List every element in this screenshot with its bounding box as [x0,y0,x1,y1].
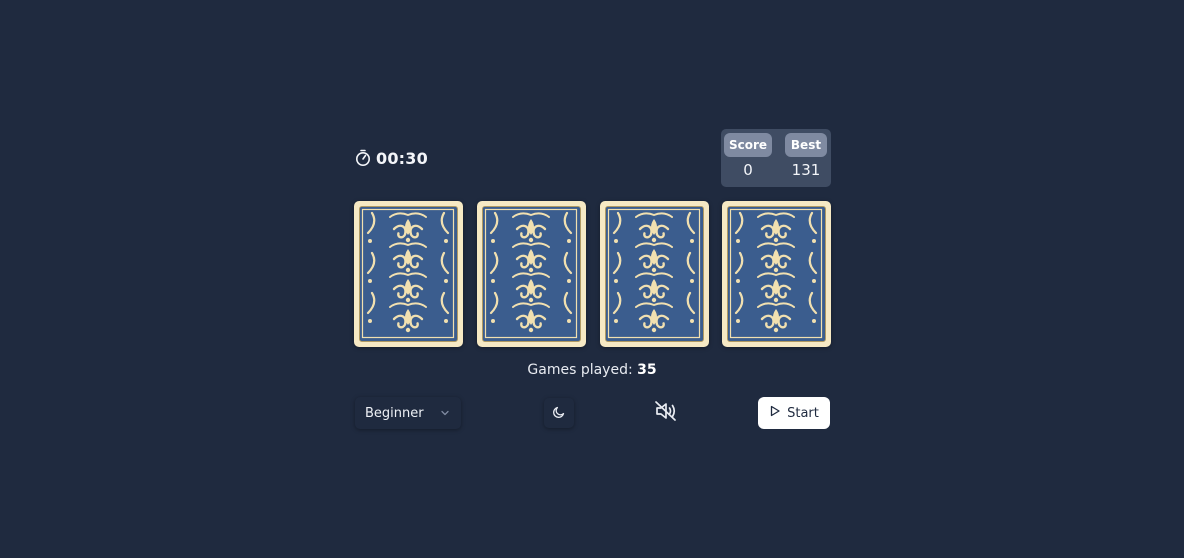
volume-muted-icon [654,400,678,426]
difficulty-value: Beginner [365,405,424,421]
games-played-label: Games played: [527,362,633,378]
card-back-pattern [359,206,458,342]
score-label: Score [724,133,772,157]
best-label: Best [785,133,827,157]
difficulty-select[interactable]: Beginner [355,397,461,429]
card-back-pattern [605,206,704,342]
theme-toggle-button[interactable] [544,398,574,428]
play-icon [769,405,781,421]
card-back-pattern [727,206,826,342]
score-panel: Score 0 Best 131 [721,129,831,187]
start-button[interactable]: Start [758,397,830,429]
card-back-pattern [482,206,581,342]
best-box: Best 131 [785,133,827,179]
stopwatch-icon [355,149,371,167]
games-played-value: 35 [637,362,657,378]
card-4[interactable] [722,201,831,347]
timer: 00:30 [355,146,428,170]
chevron-down-icon [440,407,450,422]
game-board: 00:30 Score 0 Best 131 Games played: 35 … [0,0,1184,558]
card-2[interactable] [477,201,586,347]
timer-value: 00:30 [376,148,428,168]
card-3[interactable] [600,201,709,347]
start-label: Start [787,405,819,421]
moon-icon [552,404,566,423]
score-value: 0 [743,161,753,179]
best-value: 131 [791,161,821,179]
games-played: Games played: 35 [0,362,1184,378]
sound-toggle-button[interactable] [651,398,681,428]
card-1[interactable] [354,201,463,347]
score-box: Score 0 [724,133,772,179]
